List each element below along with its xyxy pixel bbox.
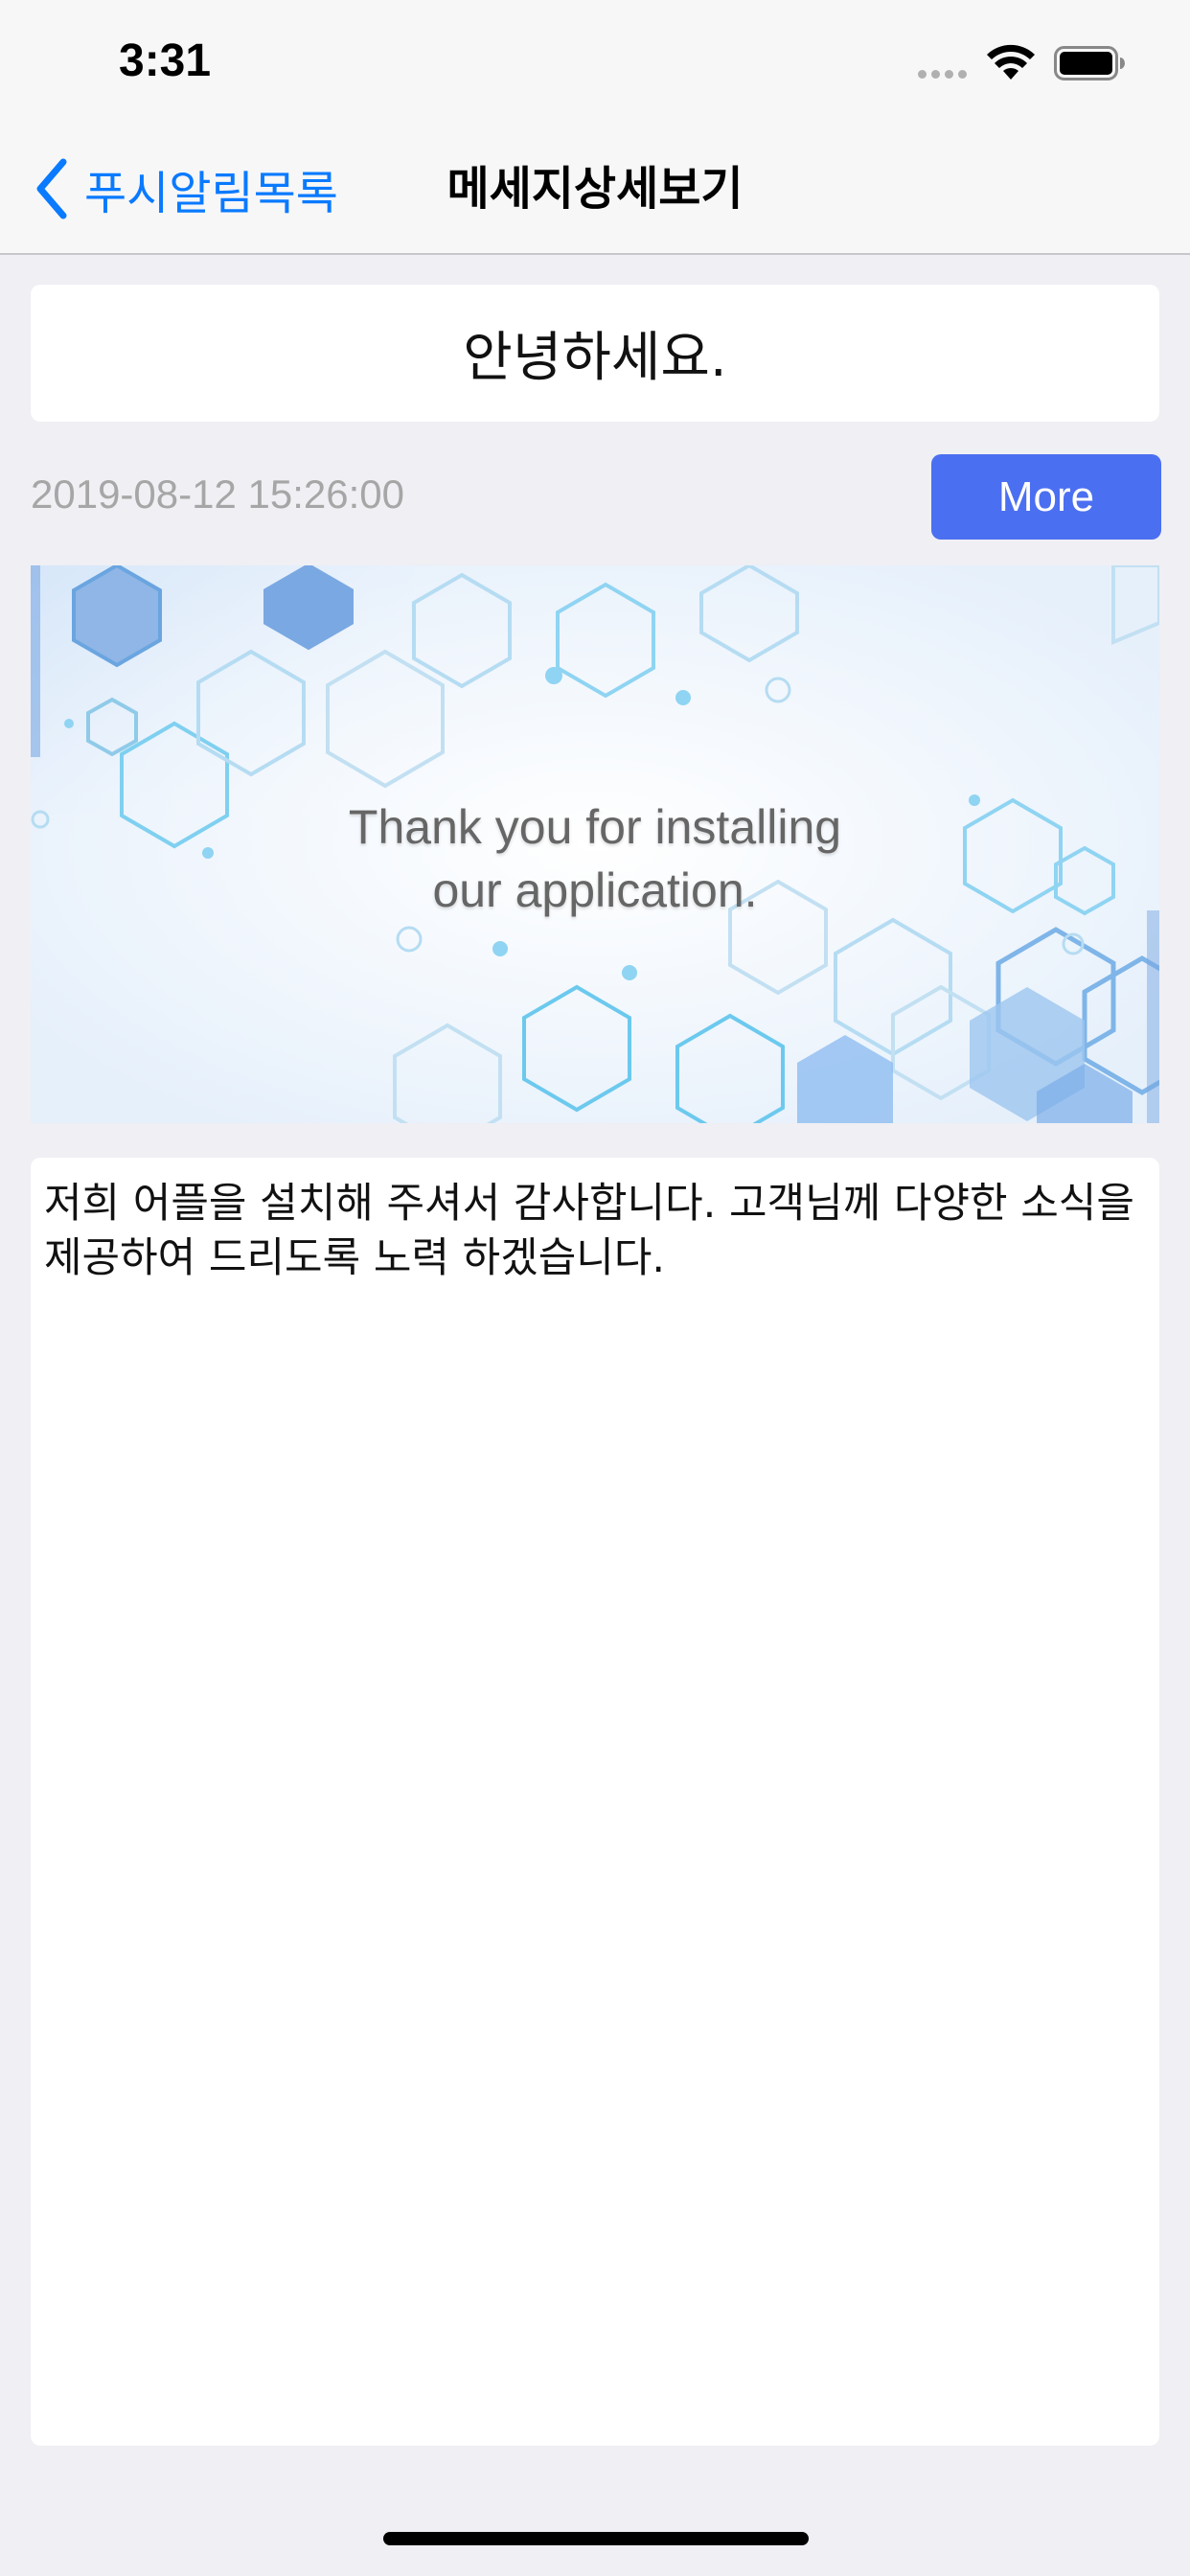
- chevron-left-icon: [36, 158, 67, 219]
- message-body-box[interactable]: 저희 어플을 설치해 주셔서 감사합니다. 고객님께 다양한 소식을 제공하여 …: [31, 1158, 1159, 2446]
- home-indicator[interactable]: [383, 2532, 809, 2545]
- status-time: 3:31: [119, 35, 212, 86]
- message-title: 안녕하세요.: [463, 327, 727, 389]
- back-label: 푸시알림목록: [84, 167, 338, 220]
- message-banner-image: Thank you for installing our application…: [31, 565, 1159, 1123]
- navigation-bar: 메세지상세보기 푸시알림목록: [0, 126, 1190, 255]
- message-body: 저희 어플을 설치해 주셔서 감사합니다. 고객님께 다양한 소식을 제공하여 …: [44, 1180, 1134, 1282]
- back-button[interactable]: 푸시알림목록: [33, 155, 338, 222]
- banner-line-1: Thank you for installing: [348, 800, 842, 854]
- message-title-box: 안녕하세요.: [31, 285, 1159, 422]
- wifi-icon: [987, 44, 1035, 80]
- banner-caption: Thank you for installing our application…: [31, 795, 1159, 922]
- banner-line-2: our application.: [432, 863, 758, 917]
- message-date: 2019-08-12 15:26:00: [31, 472, 404, 517]
- signal-icon: [918, 70, 967, 79]
- status-bar: 3:31: [0, 0, 1190, 126]
- battery-icon: [1054, 46, 1125, 80]
- more-button[interactable]: More: [931, 454, 1161, 540]
